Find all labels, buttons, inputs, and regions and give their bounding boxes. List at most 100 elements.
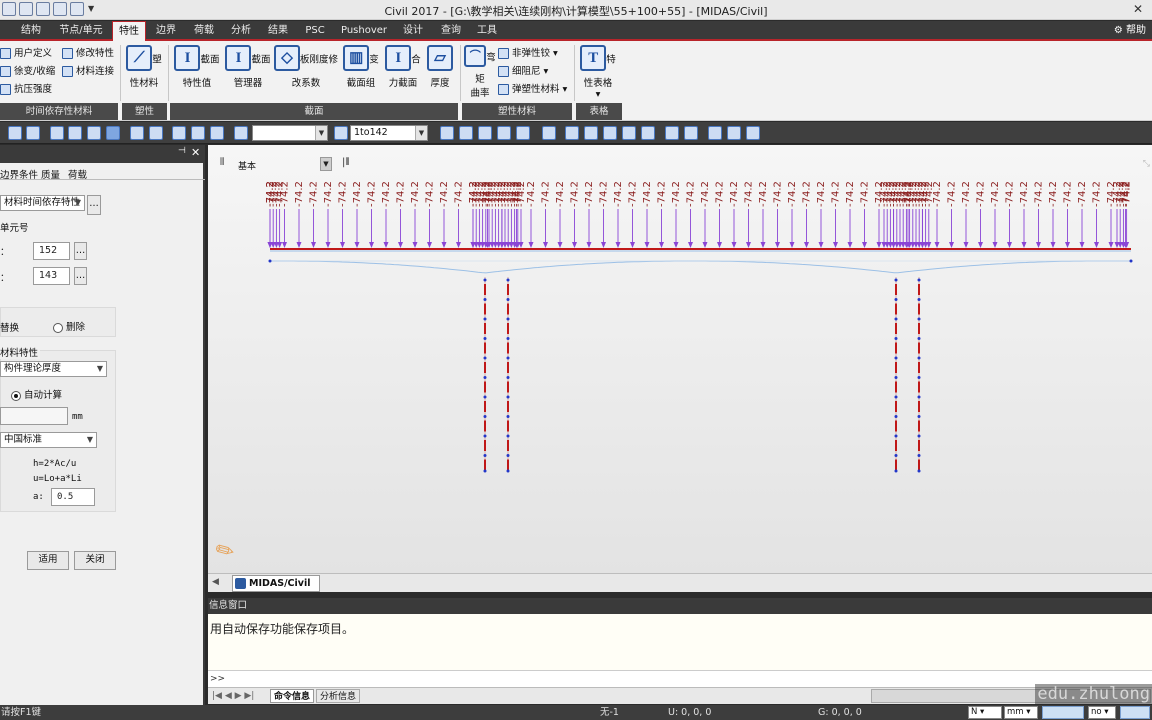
- pier-node: [894, 317, 898, 321]
- tab-pushover[interactable]: Pushover: [336, 21, 392, 41]
- select-window-icon[interactable]: [26, 126, 40, 140]
- thickness-input[interactable]: [0, 407, 68, 425]
- elasto-plastic-button[interactable]: 弹塑性材料 ▾: [498, 81, 567, 98]
- plastic-material-button[interactable]: ⟋ 塑性材料: [124, 45, 164, 89]
- load-arrowhead: [760, 242, 766, 248]
- snap-icons[interactable]: [1042, 706, 1084, 719]
- moment-curvature-button[interactable]: ⌒ 弯矩 曲率: [464, 45, 496, 99]
- creep-shrink-button[interactable]: 徐变/收缩: [0, 63, 55, 80]
- modify-property-button[interactable]: 修改特性: [62, 45, 114, 62]
- nonlinear-hinge-button[interactable]: 非弹性铰 ▾: [498, 45, 558, 62]
- composite-section-button[interactable]: I 合力截面: [382, 45, 424, 89]
- inverse-icon[interactable]: [149, 126, 163, 140]
- tab-psc[interactable]: PSC: [300, 21, 330, 41]
- play-icon[interactable]: [497, 126, 511, 140]
- a-input[interactable]: 0.5: [51, 488, 95, 506]
- radio-delete[interactable]: 删除: [53, 319, 85, 333]
- user-defined-button[interactable]: 用户定义: [0, 45, 52, 62]
- section-property-button[interactable]: I 截面特性值: [172, 45, 222, 89]
- node-num-icon[interactable]: [665, 126, 679, 140]
- close-icon[interactable]: ✕: [191, 146, 200, 159]
- tab-midas-civil[interactable]: MIDAS/Civil: [232, 575, 320, 592]
- force-unit-select[interactable]: N ▾: [968, 706, 1002, 719]
- group-icon[interactable]: [210, 126, 224, 140]
- load-arrowhead: [528, 242, 534, 248]
- tab-analysis-info[interactable]: 分析信息: [316, 689, 361, 703]
- app-menu-button[interactable]: [0, 21, 10, 41]
- render-icon[interactable]: [622, 126, 636, 140]
- comp-strength-button[interactable]: 抗压强度: [0, 81, 52, 98]
- no-select[interactable]: no ▾: [1088, 706, 1116, 719]
- snapshot-icon[interactable]: [708, 126, 722, 140]
- apply-button[interactable]: 适用: [27, 551, 69, 570]
- length-unit-select[interactable]: mm ▾: [1004, 706, 1038, 719]
- pick-to-button[interactable]: …: [74, 267, 87, 285]
- tab-node-element[interactable]: 节点/单元: [52, 21, 110, 41]
- auto-calc-radio[interactable]: 自动计算: [11, 387, 62, 401]
- range-combo[interactable]: 1to142 ▼: [350, 125, 428, 141]
- element-icon[interactable]: [191, 126, 205, 140]
- thickness-button[interactable]: ▱厚度: [424, 45, 456, 89]
- element-to-input[interactable]: 143: [33, 267, 70, 285]
- nav-icon[interactable]: ⤡: [1143, 159, 1150, 169]
- rotate-icon[interactable]: [584, 126, 598, 140]
- tab-results[interactable]: 结果: [262, 21, 294, 41]
- more-button[interactable]: …: [87, 195, 101, 215]
- fit-window-icon[interactable]: [565, 126, 579, 140]
- tab-query[interactable]: 查询: [436, 21, 466, 41]
- status-u: U: 0, 0, 0: [668, 707, 712, 718]
- damper-button[interactable]: 细阻尼 ▾: [498, 63, 548, 80]
- material-link-button[interactable]: 材料连接: [62, 63, 114, 80]
- tab-nav-icon[interactable]: |◀ ◀ ▶ ▶|: [212, 689, 254, 703]
- close-button[interactable]: 关闭: [74, 551, 116, 570]
- plate-stiffness-button[interactable]: ◇ 板刚度修改系数: [272, 45, 340, 89]
- activate-icon[interactable]: [130, 126, 144, 140]
- command-line[interactable]: >>: [208, 670, 1152, 687]
- property-table-button[interactable]: T 特性表格 ▾: [576, 45, 620, 100]
- view-front-icon[interactable]: [440, 126, 454, 140]
- pin-icon[interactable]: ⊣: [178, 146, 186, 156]
- range-icon[interactable]: [334, 126, 348, 140]
- tab-command-info[interactable]: 命令信息: [270, 689, 315, 703]
- mc-icon: ⌒: [464, 45, 487, 67]
- close-icon[interactable]: ✕: [1130, 2, 1146, 16]
- section-manager-button[interactable]: I 截面管理器: [224, 45, 272, 89]
- model-view[interactable]: ⫴ 基本 ▼ |⫴ -74.2 -74.2 -74.2 -74.2 -74.2 -74.2…: [208, 145, 1152, 573]
- help-menu[interactable]: ⚙ 帮助: [1114, 21, 1146, 41]
- tab-design[interactable]: 设计: [398, 21, 428, 41]
- element-from-input[interactable]: 152: [33, 242, 70, 260]
- grid-icons[interactable]: [1120, 706, 1150, 719]
- node-icon[interactable]: [172, 126, 186, 140]
- load-value-label: -74.2: [1034, 181, 1045, 207]
- zoom-icon[interactable]: [516, 126, 530, 140]
- tab-analysis[interactable]: 分析: [225, 21, 257, 41]
- tab-structure[interactable]: 结构: [14, 21, 48, 41]
- elem-num-icon[interactable]: [684, 126, 698, 140]
- select-icon[interactable]: [8, 126, 22, 140]
- lock-icon[interactable]: [727, 126, 741, 140]
- fit-icon[interactable]: [542, 126, 556, 140]
- function-select[interactable]: 材料时间依存特性 ▼: [0, 195, 85, 211]
- radio-replace[interactable]: 替换: [0, 320, 19, 334]
- display-icon[interactable]: [603, 126, 617, 140]
- load-value-label: -74.2: [671, 181, 682, 207]
- select-combo[interactable]: ▼: [252, 125, 328, 141]
- tab-load[interactable]: 荷载: [188, 21, 220, 41]
- unlock-icon[interactable]: [746, 126, 760, 140]
- tab-boundary[interactable]: 边界: [150, 21, 182, 41]
- scroll-left-icon[interactable]: ◀: [212, 577, 219, 587]
- shade-icon[interactable]: [641, 126, 655, 140]
- pick-from-button[interactable]: …: [74, 242, 87, 260]
- view-iso-icon[interactable]: [459, 126, 473, 140]
- tab-tools[interactable]: 工具: [472, 21, 502, 41]
- code-select[interactable]: 中国标准 ▼: [0, 432, 97, 448]
- tapered-group-button[interactable]: ▥ 变截面组: [340, 45, 382, 89]
- cursor-icon[interactable]: [234, 126, 248, 140]
- unselect-icon[interactable]: [87, 126, 101, 140]
- tab-properties[interactable]: 特性: [112, 21, 146, 41]
- select-poly-icon[interactable]: [50, 126, 64, 140]
- view-side-icon[interactable]: [478, 126, 492, 140]
- previous-icon[interactable]: [106, 126, 120, 140]
- select-all-icon[interactable]: [68, 126, 82, 140]
- thickness-select[interactable]: 构件理论厚度 ▼: [0, 361, 107, 377]
